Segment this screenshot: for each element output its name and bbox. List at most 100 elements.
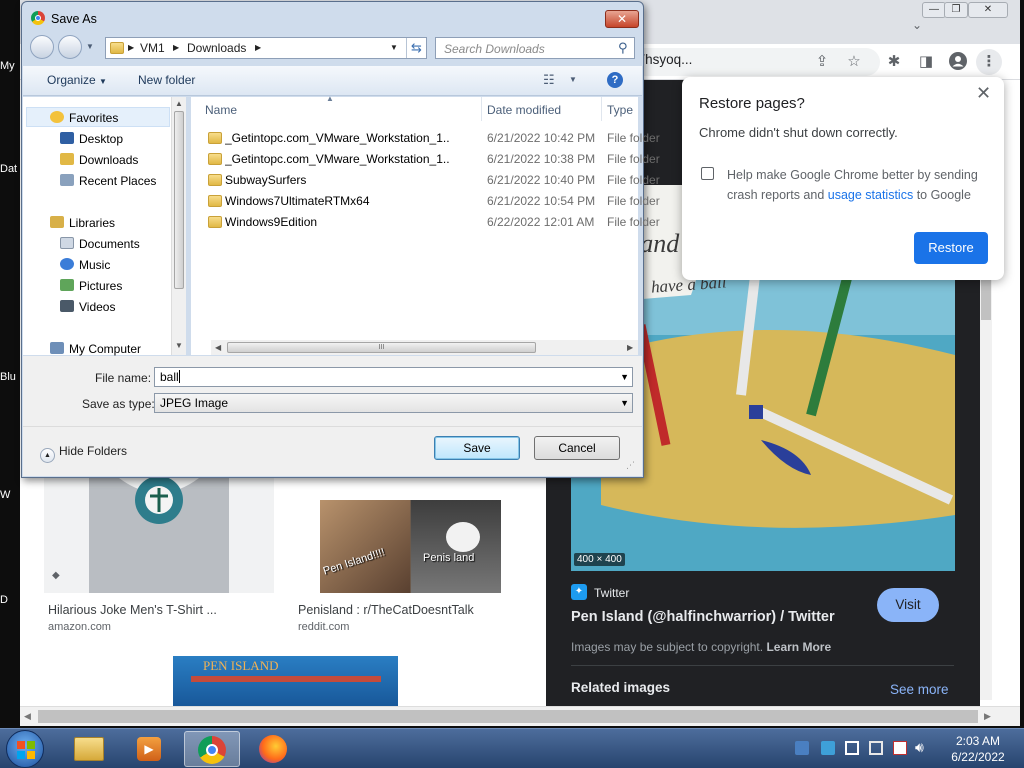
hscroll-right-icon[interactable]: ▶ <box>627 343 633 352</box>
resize-grip-icon[interactable]: ⋰ <box>626 460 635 471</box>
file-list-hscrollbar[interactable]: ◀ III ▶ <box>211 340 638 355</box>
file-row[interactable]: _Getintopc.com_VMware_Workstation_1... 6… <box>191 149 660 170</box>
start-button[interactable] <box>6 730 44 768</box>
file-row[interactable]: SubwaySurfers 6/21/2022 10:40 PM File fo… <box>191 170 660 191</box>
learn-more-link[interactable]: Learn More <box>766 640 831 654</box>
side-site-name[interactable]: Twitter <box>594 586 629 600</box>
minimize-button[interactable]: — <box>922 2 946 18</box>
system-clock[interactable]: 2:03 AM 6/22/2022 <box>938 733 1018 765</box>
result-source-tshirt[interactable]: amazon.com <box>48 621 111 633</box>
column-divider <box>481 97 482 121</box>
refresh-icon[interactable]: ⇆ <box>406 38 426 58</box>
breadcrumb-downloads[interactable]: Downloads <box>187 41 246 55</box>
nav-favorites[interactable]: Favorites <box>50 111 118 125</box>
breadcrumb-sep-icon-3[interactable]: ▶ <box>255 43 261 52</box>
organize-button[interactable]: Organize ▼ <box>47 73 107 87</box>
window-close-button[interactable]: ✕ <box>968 2 1008 18</box>
nav-music[interactable]: Music <box>60 258 110 272</box>
breadcrumb-vm1[interactable]: VM1 <box>140 41 165 55</box>
see-more-link[interactable]: See more <box>890 682 949 697</box>
side-panel-scrollbar[interactable] <box>980 280 992 700</box>
copyright-note: Images may be subject to copyright. Lear… <box>571 640 831 654</box>
recent-pages-dropdown-icon[interactable]: ▼ <box>86 42 94 51</box>
scroll-right-arrow[interactable]: ▶ <box>984 711 991 722</box>
restore-button[interactable]: Restore <box>914 232 988 264</box>
chrome-menu-icon[interactable]: ⋮ <box>976 49 1002 75</box>
page-horizontal-scrollbar[interactable]: ◀ ▶ <box>20 706 1020 726</box>
meme-thumbnail[interactable]: Pen Island!!!! Penis land <box>320 500 501 593</box>
new-folder-button[interactable]: New folder <box>138 73 195 87</box>
result-title-tshirt[interactable]: Hilarious Joke Men's T-Shirt ... <box>48 603 217 617</box>
hide-folders-button[interactable]: ▲ Hide Folders <box>40 444 127 463</box>
side-panel-icon[interactable]: ◨ <box>916 52 936 72</box>
result-source-meme[interactable]: reddit.com <box>298 621 349 633</box>
volume-icon[interactable]: 🔊︎ <box>915 739 924 756</box>
recent-places-icon <box>60 174 74 186</box>
tray-icon-sync[interactable] <box>821 741 835 755</box>
scroll-left-arrow[interactable]: ◀ <box>24 711 31 722</box>
save-as-type-dropdown-icon[interactable]: ▼ <box>620 394 629 412</box>
nav-scroll-down-icon[interactable]: ▼ <box>175 341 183 350</box>
nav-my-computer[interactable]: My Computer <box>50 342 141 356</box>
column-date-modified[interactable]: Date modified <box>487 103 561 117</box>
nav-scroll-thumb[interactable] <box>174 111 184 289</box>
side-result-title[interactable]: Pen Island (@halfinchwarrior) / Twitter <box>571 609 835 625</box>
breadcrumb-sep-icon-2[interactable]: ▶ <box>173 43 179 52</box>
column-type[interactable]: Type <box>607 103 633 117</box>
nav-documents[interactable]: Documents <box>60 237 140 251</box>
profile-avatar-icon[interactable] <box>948 52 968 72</box>
tray-icon-network[interactable] <box>795 741 809 755</box>
taskbar-media-player[interactable]: ▶ <box>122 731 178 767</box>
nav-downloads[interactable]: Downloads <box>60 153 138 167</box>
restore-close-button[interactable]: ✕ <box>976 83 991 104</box>
taskbar-explorer[interactable] <box>62 731 118 767</box>
tray-icon-action-center[interactable] <box>893 741 907 755</box>
cancel-button[interactable]: Cancel <box>534 436 620 460</box>
save-button[interactable]: Save <box>434 436 520 460</box>
help-icon[interactable]: ? <box>607 72 623 88</box>
taskbar-chrome[interactable] <box>184 731 240 767</box>
view-options-icon[interactable]: ☷ <box>543 72 555 88</box>
hscroll-thumb[interactable]: III <box>227 342 536 353</box>
file-row[interactable]: Windows7UltimateRTMx64 6/21/2022 10:54 P… <box>191 191 660 212</box>
nav-pictures[interactable]: Pictures <box>60 279 122 293</box>
h-scroll-thumb[interactable] <box>38 710 978 723</box>
tray-icon-devices[interactable] <box>869 741 883 755</box>
tab-search-icon[interactable]: ⌄ <box>912 18 922 32</box>
forward-arrow-icon[interactable] <box>58 35 82 59</box>
side-scroll-thumb[interactable] <box>981 280 991 320</box>
visit-button[interactable]: Visit <box>877 588 939 622</box>
tray-icon-display[interactable] <box>845 741 859 755</box>
usage-statistics-link[interactable]: usage statistics <box>828 188 913 202</box>
column-name[interactable]: Name <box>205 103 237 117</box>
file-row[interactable]: Windows9Edition 6/22/2022 12:01 AM File … <box>191 212 660 233</box>
pen-island-website-thumbnail[interactable]: PEN ISLAND <box>173 656 398 706</box>
file-name-dropdown-icon[interactable]: ▼ <box>620 368 629 386</box>
bookmark-star-icon[interactable]: ☆ <box>844 52 864 72</box>
clock-time: 2:03 AM <box>955 734 1001 748</box>
breadcrumb-sep-icon[interactable]: ▶ <box>128 43 134 52</box>
back-arrow-icon[interactable] <box>30 35 54 59</box>
extensions-icon[interactable]: ✱ <box>884 52 904 72</box>
hscroll-left-icon[interactable]: ◀ <box>215 343 221 352</box>
nav-recent-places[interactable]: Recent Places <box>60 174 156 188</box>
nav-desktop[interactable]: Desktop <box>60 132 123 146</box>
nav-scroll-up-icon[interactable]: ▲ <box>175 99 183 108</box>
taskbar-firefox[interactable] <box>246 731 302 767</box>
result-title-meme[interactable]: Penisland : r/TheCatDoesntTalk <box>298 603 474 617</box>
search-downloads-box[interactable]: Search Downloads ⚲ <box>435 37 635 59</box>
nav-scrollbar[interactable]: ▲ ▼ <box>171 97 186 355</box>
file-row[interactable]: _Getintopc.com_VMware_Workstation_1... 6… <box>191 128 660 149</box>
view-options-dropdown-icon[interactable]: ▼ <box>569 75 577 84</box>
address-dropdown-icon[interactable]: ▼ <box>390 43 398 52</box>
dialog-close-button[interactable]: ✕ <box>605 10 639 28</box>
save-as-type-select[interactable]: JPEG Image ▼ <box>154 393 633 413</box>
tshirt-thumbnail[interactable]: ◆ <box>44 478 274 593</box>
nav-libraries[interactable]: Libraries <box>50 216 115 230</box>
address-breadcrumb[interactable]: ▶ VM1 ▶ Downloads ▶ ▼ ⇆ <box>105 37 427 59</box>
nav-videos[interactable]: Videos <box>60 300 115 314</box>
maximize-button[interactable]: ❐ <box>944 2 968 18</box>
crash-report-checkbox[interactable] <box>701 167 714 180</box>
file-name-input[interactable]: ball ▼ <box>154 367 633 387</box>
share-icon[interactable]: ⇪ <box>812 52 832 72</box>
